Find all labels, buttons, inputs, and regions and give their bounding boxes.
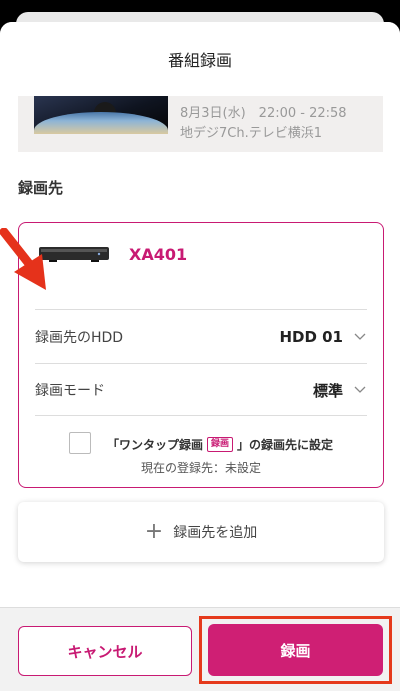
divider [35,415,367,416]
hdd-select[interactable]: 録画先のHDD HDD 01 [19,311,383,363]
record-badge: 録画 [207,437,234,452]
program-channel: 地デジ7Ch.テレビ横浜1 [180,126,322,141]
onetap-suffix: 」の録画先に設定 [237,438,334,452]
mode-value: 標準 [312,381,343,400]
dialog-title: 番組録画 [0,22,400,96]
add-destination-button[interactable]: + 録画先を追加 [18,502,384,562]
onetap-label: 「ワンタップ録画 録画 」の録画先に設定 [107,436,333,453]
chevron-down-icon [354,386,366,393]
onetap-checkbox[interactable] [69,432,91,454]
red-arrow-annotation [0,228,46,290]
program-datetime: 8月3日(水) 22:00 - 22:58 [180,106,347,121]
device-header: XA401 [19,223,383,287]
hdd-label: 録画先のHDD [35,330,124,346]
device-name: XA401 [129,245,188,264]
chevron-down-icon [354,333,366,340]
dialog-footer: キャンセル 録画 [0,607,400,691]
onetap-option[interactable]: 「ワンタップ録画 録画 」の録画先に設定 [19,429,383,459]
add-destination-label: 録画先を追加 [173,525,258,541]
onetap-prefix: 「ワンタップ録画 [107,438,204,452]
mode-label: 録画モード [35,383,105,399]
current-registration: 現在の登録先：未設定 [140,461,261,475]
record-button[interactable]: 録画 [208,624,383,676]
divider [35,309,367,310]
cancel-button[interactable]: キャンセル [18,626,192,676]
hdd-value: HDD 01 [279,328,343,346]
plus-icon: + [144,519,164,544]
record-dialog: 番組録画 8月3日(水) 22:00 - 22:58 地デジ7Ch.テレビ横浜1… [0,22,400,691]
device-card[interactable]: XA401 録画先のHDD HDD 01 録画モード 標準 「ワンタップ録画 録… [18,222,384,488]
section-title-destination: 録画先 [18,179,64,197]
program-info: 8月3日(水) 22:00 - 22:58 地デジ7Ch.テレビ横浜1 [18,96,383,152]
mode-select[interactable]: 録画モード 標準 [19,364,383,416]
program-thumbnail [34,96,168,134]
